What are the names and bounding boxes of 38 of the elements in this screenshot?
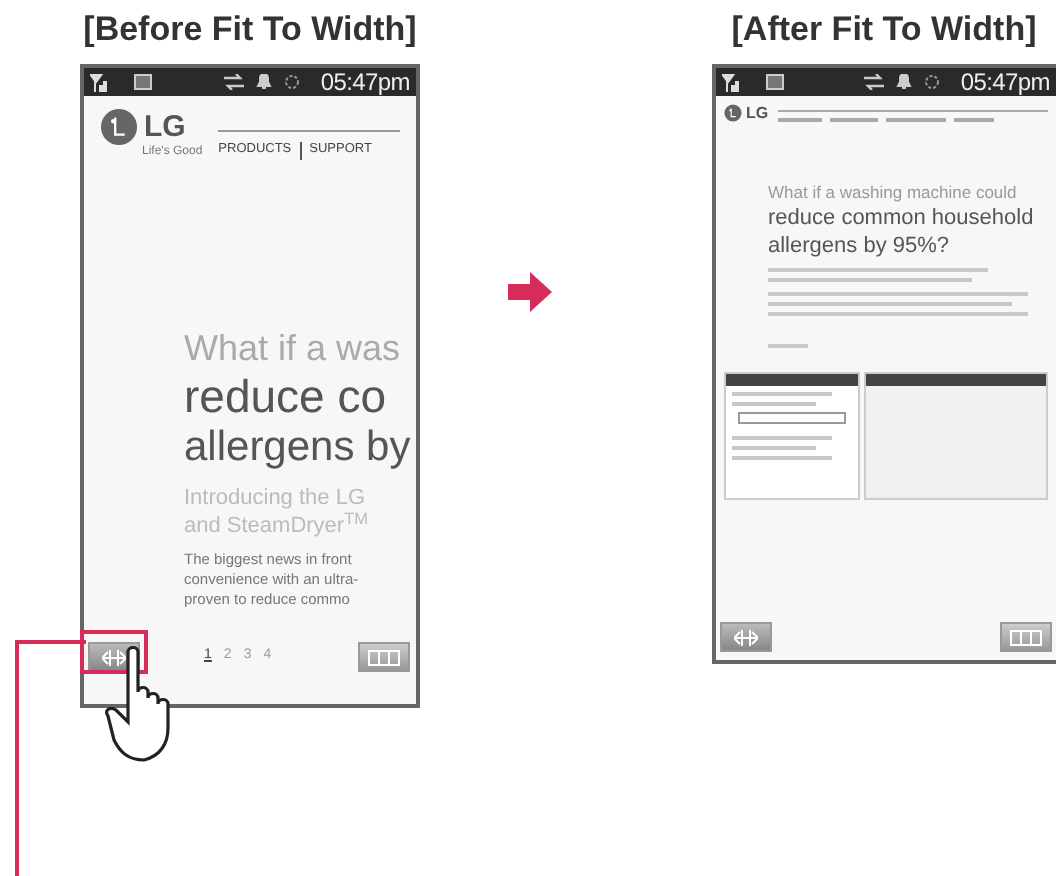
bell-icon xyxy=(256,74,273,90)
logo-text: LG xyxy=(746,105,769,121)
fit-width-icon xyxy=(734,629,758,645)
nav-link[interactable] xyxy=(778,118,823,122)
fit-width-icon xyxy=(102,649,126,665)
nav-link[interactable] xyxy=(954,118,995,122)
headline-line: reduce co xyxy=(184,370,389,422)
logo-icon xyxy=(724,104,742,122)
caption: [Before Fit To Width] xyxy=(83,12,417,46)
sync-icon xyxy=(224,74,245,90)
headline-line: What if a was xyxy=(184,326,403,370)
logo-icon xyxy=(100,108,138,146)
intro-line: Introducing the LG xyxy=(184,484,368,512)
headline-line: allergens by 95%? xyxy=(768,232,950,262)
card-icon xyxy=(134,74,152,90)
signal-icon xyxy=(90,73,110,91)
headline-line: What if a washing machine could xyxy=(768,182,1017,204)
grid-icon xyxy=(1010,629,1042,645)
windows-button[interactable] xyxy=(358,642,410,672)
loading-icon xyxy=(284,74,301,90)
card-icon xyxy=(766,74,784,90)
signal-icon xyxy=(722,73,742,91)
windows-button[interactable] xyxy=(1000,622,1052,652)
status-time: 05:47pm xyxy=(960,70,1050,94)
status-time: 05:47pm xyxy=(320,70,410,94)
sync-icon xyxy=(864,74,885,90)
right-arrow xyxy=(508,272,552,312)
grid-icon xyxy=(368,649,400,665)
loading-icon xyxy=(924,74,941,90)
caption: [After Fit To Width] xyxy=(731,12,1037,46)
highlight-box xyxy=(80,630,148,674)
search-field[interactable] xyxy=(738,412,846,424)
bell-icon xyxy=(896,74,913,90)
intro-line: and SteamDryer$^{TM}$ xyxy=(184,512,371,540)
headline-line: reduce common household xyxy=(768,204,1034,232)
page-links xyxy=(768,344,808,348)
logo-text: LG xyxy=(144,112,186,142)
headline-line: allergens by xyxy=(184,422,413,474)
